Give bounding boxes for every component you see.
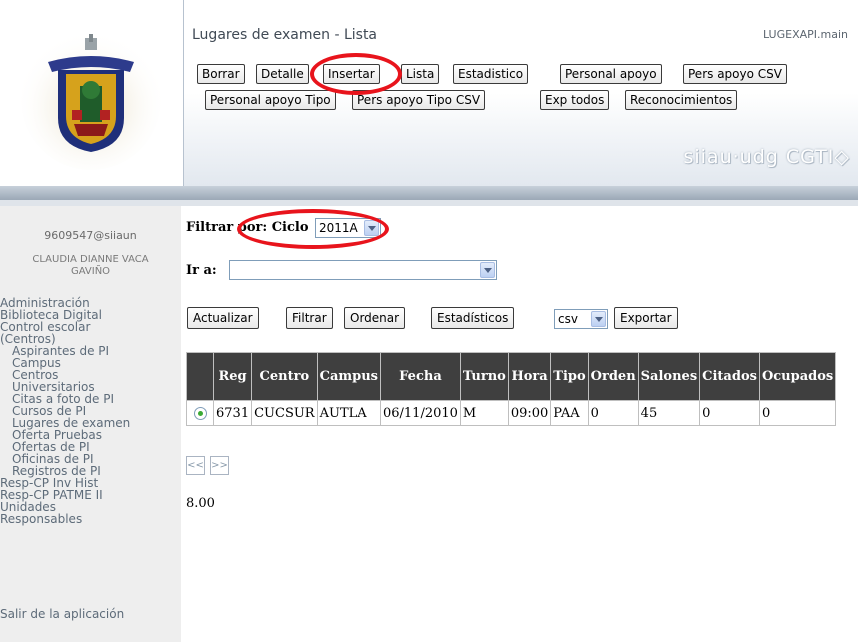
cell-citados: 0 [699,400,760,426]
table-row[interactable]: 6731 CUCSUR AUTLA 06/11/2010 M 09:00 PAA… [186,400,837,426]
university-seal-logo [21,30,161,170]
chevron-down-icon [480,262,495,278]
pager-prev-button[interactable]: << [186,456,205,475]
cell-tipo: PAA [550,400,589,426]
lista-button[interactable]: Lista [401,64,440,84]
header: Lugares de examen - Lista LUGEXAPI.main … [0,0,858,206]
annotation-ellipse-insertar [310,53,402,95]
borrar-button[interactable]: Borrar [197,64,245,84]
estadisticos-button[interactable]: Estadísticos [431,307,515,329]
cell-turno: M [459,400,509,426]
cell-centro: CUCSUR [251,400,318,426]
column-header-ocupados[interactable]: Ocupados [758,352,837,401]
siiau-cgti-brand: siiau·udg CGTI◇ [683,146,850,168]
cell-salones: 45 [637,400,701,426]
user-name-line2: GAVIÑO [70,266,111,277]
actualizar-button[interactable]: Actualizar [187,307,259,329]
export-format-select[interactable]: csv [554,309,608,329]
goto-select[interactable] [229,260,497,280]
detalle-button[interactable]: Detalle [256,64,309,84]
cell-ocupados: 0 [758,400,837,426]
cell-campus: AUTLA [316,400,381,426]
column-header-citados[interactable]: Citados [699,352,760,401]
row-select-cell[interactable] [186,400,214,426]
header-panel: Lugares de examen - Lista LUGEXAPI.main … [184,0,858,186]
chevron-down-icon [591,311,606,327]
export-format-value: csv [558,312,578,326]
header-divider-bar [0,186,858,200]
page-title: Lugares de examen - Lista [192,27,378,43]
exp-todos-button[interactable]: Exp todos [540,90,610,110]
column-header-orden[interactable]: Orden [587,352,639,401]
column-header-fecha[interactable]: Fecha [379,352,461,401]
sidebar: 9609547@siiaun CLAUDIA DIANNE VACA GAVIÑ… [0,206,181,642]
ordenar-button[interactable]: Ordenar [344,307,406,329]
goto-label: Ir a: [186,263,217,278]
pager-next-button[interactable]: >> [210,456,229,475]
user-name: CLAUDIA DIANNE VACA GAVIÑO [0,254,181,278]
estadistico-button[interactable]: Estadistico [453,64,529,84]
column-header-reg[interactable]: Reg [212,352,253,401]
exportar-button[interactable]: Exportar [614,307,678,329]
cell-hora: 09:00 [507,400,552,426]
user-name-line1: CLAUDIA DIANNE VACA [32,254,149,265]
logo-panel [0,0,184,186]
reconocimientos-button[interactable]: Reconocimientos [625,90,738,110]
column-header-campus[interactable]: Campus [316,352,381,401]
row-radio-selected-icon[interactable] [193,406,207,420]
cell-fecha: 06/11/2010 [379,400,461,426]
logout-link[interactable]: Salir de la aplicación [0,607,124,621]
personal-apoyo-button[interactable]: Personal apoyo [560,64,662,84]
cell-reg: 6731 [212,400,253,426]
filtrar-button[interactable]: Filtrar [286,307,333,329]
main-content: Filtrar por: Ciclo 2011A Ir a: Actualiza… [184,206,858,642]
annotation-ellipse-ciclo [237,209,389,249]
column-header-turno[interactable]: Turno [459,352,509,401]
column-header-hora[interactable]: Hora [507,352,552,401]
user-id: 9609547@siiaun [44,229,137,242]
result-value: 8.00 [186,496,215,511]
program-id: LUGEXAPI.main [762,28,848,41]
sidebar-menu: Administración Biblioteca Digital Contro… [0,297,181,525]
column-header-select [186,352,214,401]
cell-orden: 0 [587,400,639,426]
column-header-salones[interactable]: Salones [637,352,701,401]
sidebar-item-responsables[interactable]: Responsables [0,513,181,525]
personal-apoyo-tipo-button[interactable]: Personal apoyo Tipo [205,90,336,110]
table-header-row: Reg Centro Campus Fecha Turno Hora Tipo … [186,352,837,401]
pers-apoyo-csv-button[interactable]: Pers apoyo CSV [683,64,787,84]
column-header-centro[interactable]: Centro [251,352,318,401]
results-table: Reg Centro Campus Fecha Turno Hora Tipo … [186,352,837,426]
column-header-tipo[interactable]: Tipo [550,352,589,401]
